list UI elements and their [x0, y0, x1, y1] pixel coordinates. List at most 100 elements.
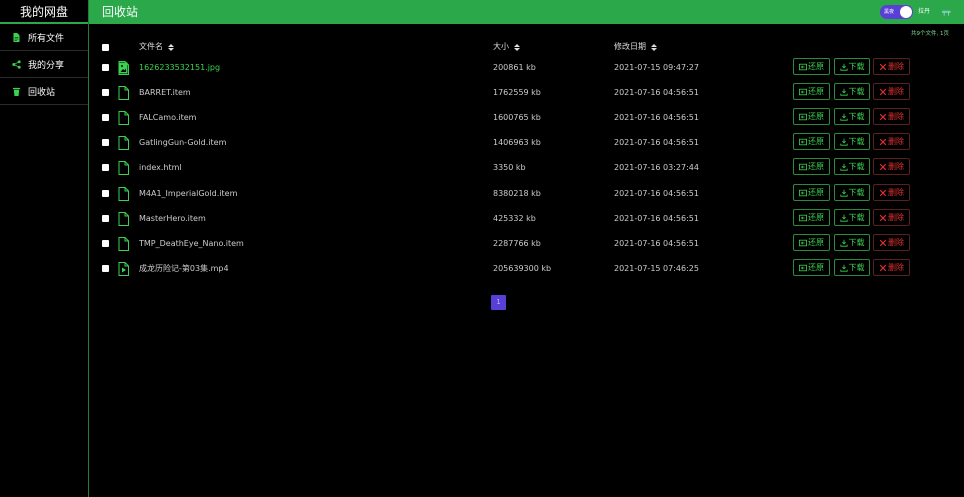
row-checkbox[interactable] [102, 240, 109, 247]
restore-icon [799, 239, 808, 247]
table-row: GatlingGun-Gold.item 1406963 kb 2021-07-16… [89, 133, 964, 158]
download-label: 下载 [848, 188, 865, 197]
delete-button[interactable]: 删除 [873, 234, 910, 251]
delete-label: 删除 [888, 263, 904, 272]
file-date: 2021-07-16 04:56:51 [614, 189, 699, 198]
row-checkbox[interactable] [102, 139, 109, 146]
file-date: 2021-07-16 04:56:51 [614, 88, 699, 97]
download-icon [839, 264, 849, 272]
download-icon [839, 88, 849, 96]
delete-label: 删除 [888, 188, 904, 197]
sidebar-item-recycle-bin[interactable]: 回收站 [0, 78, 88, 105]
restore-button[interactable]: 还原 [793, 58, 830, 75]
download-button[interactable]: 下载 [834, 184, 870, 201]
file-date: 2021-07-16 03:27:44 [614, 163, 699, 172]
share-icon [11, 59, 21, 69]
restore-label: 还原 [808, 213, 824, 222]
file-name[interactable]: FALCamo.item [139, 113, 196, 123]
download-icon [839, 214, 849, 222]
file-name[interactable]: GatlingGun-Gold.item [139, 138, 226, 148]
download-button[interactable]: 下载 [834, 108, 870, 125]
file-count-summary: 共9个文件, 1页 [911, 31, 949, 37]
download-icon [839, 189, 849, 197]
restore-icon [799, 113, 808, 121]
row-checkbox[interactable] [102, 64, 109, 71]
header-menu-button[interactable]: ╤╤ [942, 0, 950, 24]
sidebar-item-all-files[interactable]: 所有文件 [0, 24, 88, 51]
theme-toggle[interactable]: 黑夜 [880, 5, 913, 19]
delete-button[interactable]: 删除 [873, 133, 910, 150]
file-icon [118, 86, 129, 100]
row-checkbox[interactable] [102, 265, 109, 272]
download-button[interactable]: 下载 [834, 133, 870, 150]
download-button[interactable]: 下载 [834, 234, 870, 251]
close-icon [879, 163, 888, 171]
delete-button[interactable]: 删除 [873, 108, 910, 125]
restore-button[interactable]: 还原 [793, 108, 830, 125]
download-button[interactable]: 下载 [834, 83, 870, 100]
download-label: 下载 [848, 263, 865, 272]
file-name[interactable]: TMP_DeathEye_Nano.item [139, 239, 244, 249]
sidebar-item-label: 我的分享 [28, 60, 65, 71]
download-button[interactable]: 下载 [834, 158, 870, 175]
file-size: 1762559 kb [493, 88, 541, 97]
restore-button[interactable]: 还原 [793, 158, 830, 175]
close-icon [879, 214, 888, 222]
restore-button[interactable]: 还原 [793, 209, 830, 226]
file-icon [118, 161, 129, 175]
file-date: 2021-07-15 07:46:25 [614, 264, 699, 273]
row-checkbox[interactable] [102, 190, 109, 197]
restore-button[interactable]: 还原 [793, 133, 830, 150]
delete-button[interactable]: 删除 [873, 158, 910, 175]
row-checkbox[interactable] [102, 215, 109, 222]
delete-button[interactable]: 删除 [873, 184, 910, 201]
row-checkbox[interactable] [102, 164, 109, 171]
delete-label: 删除 [888, 213, 904, 222]
file-name[interactable]: index.html [139, 163, 182, 173]
pagination-page-1[interactable]: 1 [491, 295, 506, 310]
column-header-size[interactable]: 大小 [493, 41, 520, 53]
restore-button[interactable]: 还原 [793, 259, 830, 276]
download-icon [839, 138, 849, 146]
app-brand: 我的网盘 [0, 0, 88, 24]
row-checkbox[interactable] [102, 114, 109, 121]
delete-button[interactable]: 删除 [873, 58, 910, 75]
image-file-icon [118, 61, 129, 75]
file-name[interactable]: 1626233532151.jpg [139, 63, 220, 73]
file-icon [118, 111, 129, 125]
delete-label: 删除 [888, 87, 904, 96]
table-row: index.html 3350 kb 2021-07-16 03:27:44 还原 下载… [89, 158, 964, 183]
sidebar-item-label: 所有文件 [28, 33, 65, 44]
restore-button[interactable]: 还原 [793, 83, 830, 100]
table-row: 1626233532151.jpg 200861 kb 2021-07-15 09:… [89, 58, 964, 83]
file-icon [118, 237, 129, 251]
download-label: 下载 [848, 162, 865, 171]
column-header-name[interactable]: 文件名 [139, 41, 174, 53]
toggle-label: 拉丹 [918, 8, 931, 15]
download-button[interactable]: 下载 [834, 259, 870, 276]
download-label: 下载 [848, 112, 865, 121]
select-all-checkbox[interactable] [102, 44, 109, 51]
file-name[interactable]: BARRET.item [139, 88, 191, 98]
column-header-label: 大小 [493, 42, 509, 51]
delete-button[interactable]: 删除 [873, 83, 910, 100]
restore-icon [799, 163, 808, 171]
delete-label: 删除 [888, 112, 904, 121]
download-button[interactable]: 下载 [834, 58, 870, 75]
header: 回收站 黑夜 拉丹 ╤╤ [89, 0, 964, 24]
download-icon [839, 63, 849, 71]
download-button[interactable]: 下载 [834, 209, 870, 226]
file-name[interactable]: MasterHero.item [139, 214, 206, 224]
sidebar-item-my-shares[interactable]: 我的分享 [0, 51, 88, 78]
delete-label: 删除 [888, 162, 904, 171]
row-checkbox[interactable] [102, 89, 109, 96]
restore-button[interactable]: 还原 [793, 234, 830, 251]
restore-button[interactable]: 还原 [793, 184, 830, 201]
file-name[interactable]: 成龙历险记-第03集.mp4 [139, 264, 229, 274]
download-label: 下载 [848, 238, 865, 247]
file-name[interactable]: M4A1_ImperialGold.item [139, 189, 237, 199]
restore-label: 还原 [808, 62, 824, 71]
column-header-date[interactable]: 修改日期 [614, 41, 657, 53]
delete-button[interactable]: 删除 [873, 259, 910, 276]
delete-button[interactable]: 删除 [873, 209, 910, 226]
